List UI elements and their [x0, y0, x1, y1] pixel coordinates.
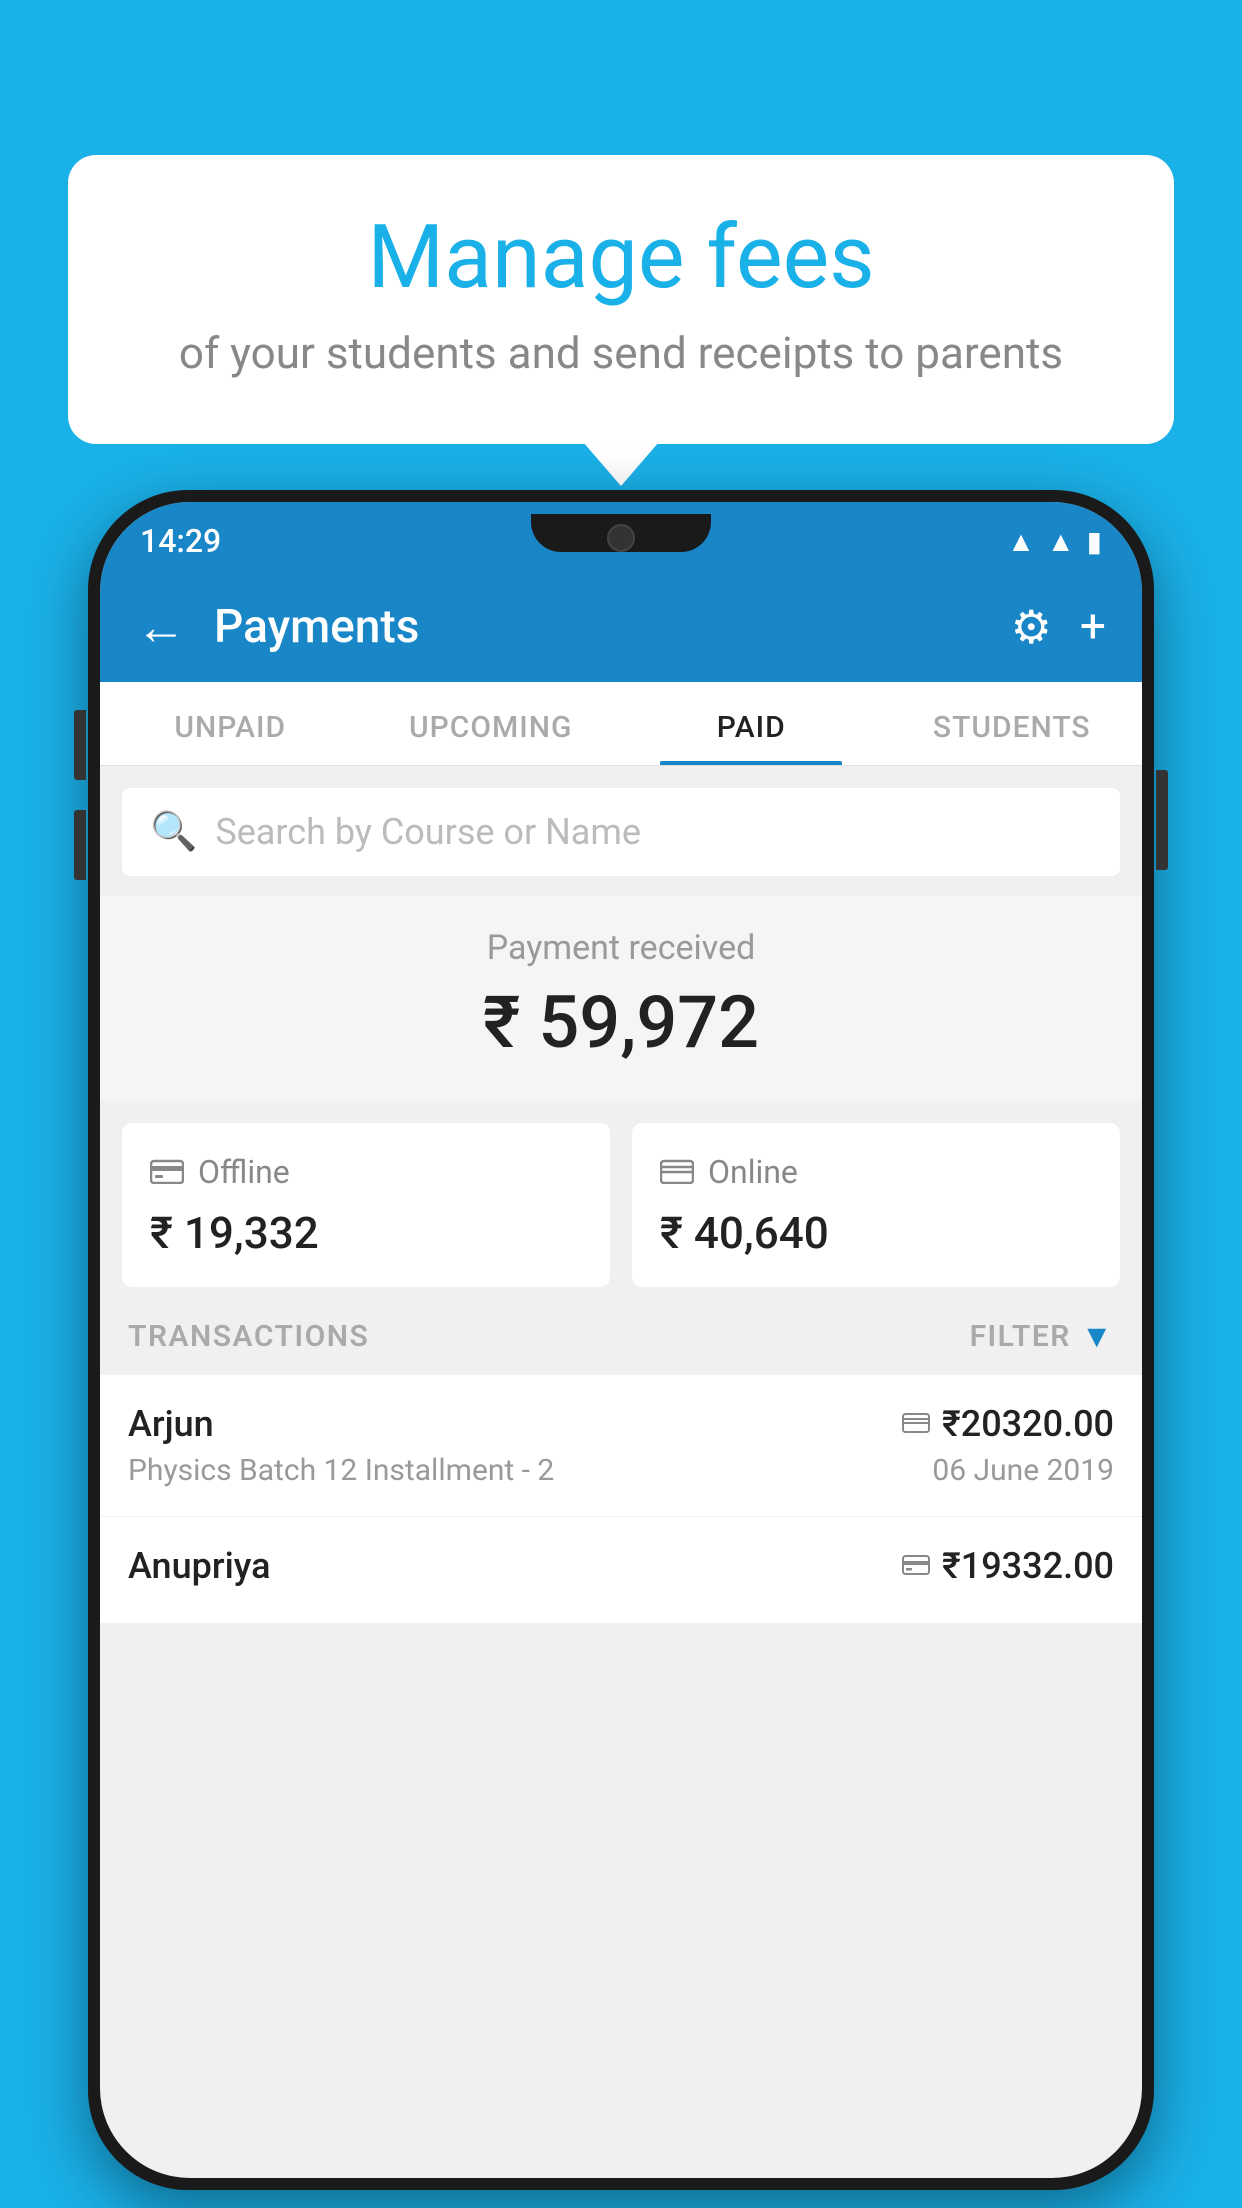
speech-bubble-title: Manage fees: [128, 210, 1114, 307]
settings-icon[interactable]: ⚙: [1011, 600, 1052, 655]
offline-amount: ₹ 19,332: [150, 1207, 582, 1259]
back-button[interactable]: ←: [136, 598, 186, 657]
search-icon: 🔍: [150, 810, 197, 854]
tab-upcoming[interactable]: UPCOMING: [361, 682, 622, 765]
transactions-header: TRANSACTIONS FILTER ▼: [100, 1287, 1142, 1375]
online-icon: [660, 1151, 694, 1193]
transaction-row-top: Arjun ₹20320.00: [128, 1403, 1114, 1445]
search-input[interactable]: Search by Course or Name: [215, 811, 641, 853]
status-icons: ▲ ▲ ▮: [1007, 525, 1102, 558]
online-card: Online ₹ 40,640: [632, 1123, 1120, 1287]
transaction-course: Physics Batch 12 Installment - 2: [128, 1453, 554, 1488]
offline-label: Offline: [198, 1153, 290, 1191]
tab-students[interactable]: STUDENTS: [882, 682, 1143, 765]
payment-received-section: Payment received ₹ 59,972: [100, 896, 1142, 1101]
volume-up-button: [74, 710, 86, 780]
transaction-amount-row: ₹19332.00: [902, 1545, 1114, 1587]
transaction-amount: ₹20320.00: [942, 1403, 1114, 1445]
offline-icon: [150, 1151, 184, 1193]
transaction-list: Arjun ₹20320.00: [100, 1375, 1142, 1624]
phone-camera: [607, 524, 635, 552]
phone-notch: [531, 514, 711, 552]
filter-icon: ▼: [1081, 1317, 1114, 1355]
tab-bar: UNPAID UPCOMING PAID STUDENTS: [100, 682, 1142, 766]
tab-paid[interactable]: PAID: [621, 682, 882, 765]
transaction-name: Arjun: [128, 1403, 214, 1445]
transaction-row-top: Anupriya ₹19332.00: [128, 1545, 1114, 1587]
volume-down-button: [74, 810, 86, 880]
phone-screen: 14:29 ▲ ▲ ▮ ← Payments ⚙ + UNPAID: [100, 502, 1142, 2178]
transaction-item[interactable]: Arjun ₹20320.00: [100, 1375, 1142, 1517]
offline-payment-icon: [902, 1549, 930, 1584]
transaction-amount-row: ₹20320.00: [902, 1403, 1114, 1445]
filter-button[interactable]: FILTER ▼: [970, 1317, 1114, 1355]
power-button: [1156, 770, 1168, 870]
signal-icon: ▲: [1047, 525, 1075, 558]
app-bar: ← Payments ⚙ +: [100, 572, 1142, 682]
phone-outer: 14:29 ▲ ▲ ▮ ← Payments ⚙ + UNPAID: [88, 490, 1154, 2190]
speech-bubble: Manage fees of your students and send re…: [68, 155, 1174, 444]
content-area: 🔍 Search by Course or Name Payment recei…: [100, 766, 1142, 1624]
online-amount: ₹ 40,640: [660, 1207, 1092, 1259]
payment-received-label: Payment received: [100, 928, 1142, 968]
offline-card-header: Offline: [150, 1151, 582, 1193]
transaction-date: 06 June 2019: [932, 1453, 1114, 1488]
app-bar-title: Payments: [214, 600, 991, 654]
transaction-row-bottom: Physics Batch 12 Installment - 2 06 June…: [128, 1453, 1114, 1488]
online-label: Online: [708, 1153, 798, 1191]
offline-card: Offline ₹ 19,332: [122, 1123, 610, 1287]
transaction-item[interactable]: Anupriya ₹19332.00: [100, 1517, 1142, 1624]
add-icon[interactable]: +: [1080, 600, 1106, 654]
battery-icon: ▮: [1087, 525, 1102, 558]
phone: 14:29 ▲ ▲ ▮ ← Payments ⚙ + UNPAID: [88, 490, 1154, 2190]
payment-cards: Offline ₹ 19,332: [122, 1123, 1120, 1287]
search-container[interactable]: 🔍 Search by Course or Name: [122, 788, 1120, 876]
transactions-label: TRANSACTIONS: [128, 1319, 369, 1354]
online-card-header: Online: [660, 1151, 1092, 1193]
payment-amount-large: ₹ 59,972: [100, 980, 1142, 1065]
status-time: 14:29: [140, 522, 221, 560]
wifi-icon: ▲: [1007, 525, 1035, 558]
speech-bubble-subtitle: of your students and send receipts to pa…: [128, 327, 1114, 379]
transaction-amount: ₹19332.00: [942, 1545, 1114, 1587]
tab-unpaid[interactable]: UNPAID: [100, 682, 361, 765]
app-bar-actions: ⚙ +: [1011, 600, 1106, 655]
online-payment-icon: [902, 1407, 930, 1442]
filter-label: FILTER: [970, 1319, 1071, 1354]
transaction-name: Anupriya: [128, 1545, 271, 1587]
